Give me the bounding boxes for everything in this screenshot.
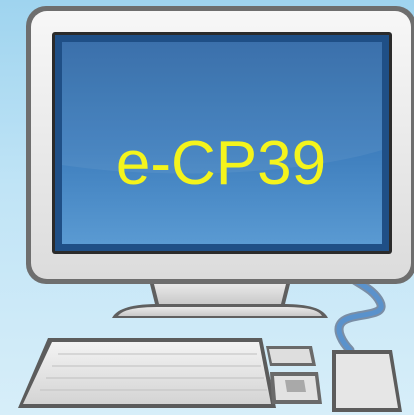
keyboard-keypad [266,346,322,404]
mouse [332,350,402,412]
desktop-computer-icon [18,6,414,412]
monitor-stand [112,284,328,318]
screen-label: e-CP39 [115,129,327,198]
keyboard [18,338,276,408]
